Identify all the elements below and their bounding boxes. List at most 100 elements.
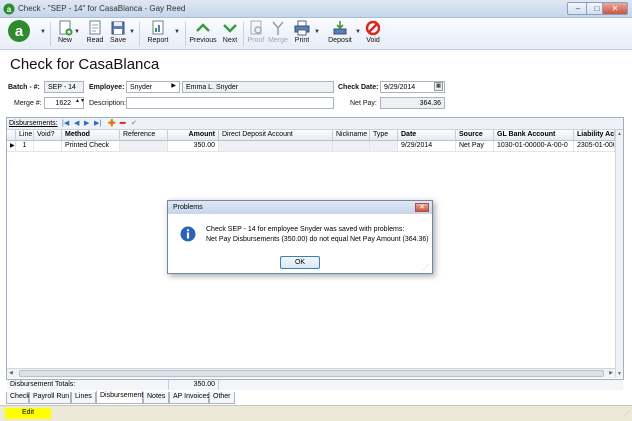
read-button[interactable]: Read [84, 20, 106, 48]
new-dropdown-icon[interactable]: ▼ [74, 29, 80, 35]
resize-grip-icon[interactable]: ⋰ [623, 410, 630, 418]
tab-check[interactable]: Check [6, 392, 30, 404]
calendar-icon[interactable]: ▦ [434, 82, 443, 91]
deposit-dropdown-icon[interactable]: ▼ [355, 29, 361, 35]
column-header[interactable]: Method [62, 130, 120, 141]
problems-dialog: Problems ✕ Check SEP - 14 for employee S… [167, 200, 433, 274]
read-icon [89, 20, 101, 35]
proof-button[interactable]: Proof [245, 20, 267, 48]
column-header[interactable]: Line [16, 130, 34, 141]
column-header[interactable]: Date [398, 130, 456, 141]
next-record-icon[interactable]: ▶ [84, 119, 89, 127]
print-label: Print [294, 37, 310, 44]
previous-button[interactable]: Previous [188, 20, 218, 48]
previous-record-icon[interactable]: ◀ [74, 119, 79, 127]
table-cell[interactable] [219, 141, 333, 152]
column-header[interactable]: Source [456, 130, 494, 141]
scroll-right-icon[interactable]: ▶ [609, 370, 613, 376]
scroll-down-icon[interactable]: ▼ [617, 371, 622, 377]
report-label: Report [147, 37, 169, 44]
vertical-scrollbar[interactable]: ▲ ▼ [615, 130, 623, 378]
table-cell[interactable] [370, 141, 398, 152]
next-label: Next [222, 37, 238, 44]
column-header[interactable]: Liability Ac [574, 130, 615, 141]
dialog-title-bar: Problems [168, 201, 432, 214]
merge-button[interactable]: Merge [267, 20, 289, 48]
disbursements-navbar: Disbursements: |◀ ◀ ▶ ▶| ✚ ━ ✔ [7, 118, 623, 130]
close-button[interactable]: ✕ [602, 2, 628, 15]
tab-other[interactable]: Other [209, 392, 235, 404]
check-date-label: Check Date: [338, 84, 379, 91]
table-cell[interactable]: Printed Check [62, 141, 120, 152]
dialog-message-line-2: Net Pay Disbursements (350.00) do not eq… [206, 236, 429, 243]
read-label: Read [86, 37, 104, 44]
column-header[interactable]: GL Bank Account [494, 130, 574, 141]
dialog-message-line-1: Check SEP - 14 for employee Snyder was s… [206, 226, 405, 233]
new-button[interactable]: New [54, 20, 76, 48]
column-header[interactable]: Void? [34, 130, 62, 141]
first-record-icon[interactable]: |◀ [62, 119, 69, 127]
table-cell[interactable] [34, 141, 62, 152]
totals-amount: 350.00 [168, 380, 219, 390]
ok-button[interactable]: OK [280, 256, 320, 269]
description-field[interactable] [126, 97, 334, 109]
delete-record-icon[interactable]: ━ [120, 118, 125, 129]
logo-dropdown-icon[interactable]: ▼ [40, 29, 46, 35]
info-icon [180, 226, 196, 242]
dialog-resize-grip-icon[interactable]: ⋰ [423, 264, 429, 271]
tab-disbursement[interactable]: Disbursement [96, 391, 143, 404]
scroll-left-icon[interactable]: ◀ [9, 370, 13, 376]
tab-payroll-run[interactable]: Payroll Run [29, 392, 71, 404]
last-record-icon[interactable]: ▶| [94, 119, 101, 127]
column-header[interactable]: Nickname [333, 130, 370, 141]
tab-notes[interactable]: Notes [143, 392, 169, 404]
employee-field[interactable]: Snyder ▶ [126, 81, 180, 93]
batch-label: Batch - #: [8, 84, 40, 91]
column-header[interactable]: Direct Deposit Account [219, 130, 333, 141]
next-button[interactable]: Next [219, 20, 241, 48]
check-date-field[interactable]: 9/29/2014 ▦ [380, 81, 445, 93]
check-date-value: 9/29/2014 [384, 84, 416, 91]
tab-lines[interactable]: Lines [71, 392, 96, 404]
row-indicator-icon[interactable]: ▶ [7, 141, 16, 152]
deposit-icon [333, 21, 347, 35]
employee-lookup-icon[interactable]: ▶ [171, 83, 176, 90]
dialog-close-button[interactable]: ✕ [415, 203, 429, 212]
app-logo-button[interactable]: a [4, 19, 34, 47]
column-header[interactable]: Type [370, 130, 398, 141]
scroll-up-icon[interactable]: ▲ [617, 131, 622, 137]
add-record-icon[interactable]: ✚ [108, 118, 116, 129]
employee-name-field: Emma L. Snyder [182, 81, 334, 93]
table-cell[interactable]: 9/29/2014 [398, 141, 456, 152]
table-cell[interactable]: 350.00 [168, 141, 219, 152]
dialog-title: Problems [173, 204, 203, 211]
table-cell[interactable]: 2305-01-000 [574, 141, 615, 152]
print-button[interactable]: Print [291, 20, 313, 48]
merge-spinner-icon[interactable]: ▲▼ [75, 98, 85, 104]
void-button[interactable]: Void [362, 20, 384, 48]
new-doc-icon [59, 20, 73, 36]
chevron-down-icon [223, 24, 237, 33]
deposit-button[interactable]: Deposit [325, 20, 355, 48]
table-cell[interactable] [120, 141, 168, 152]
column-header[interactable]: Amount [168, 130, 219, 141]
batch-field[interactable]: SEP - 14 [44, 81, 84, 93]
net-pay-label: Net Pay: [350, 100, 377, 107]
tab-ap-invoices[interactable]: AP Invoices [169, 392, 210, 404]
merge-label: Merge [268, 37, 288, 44]
save-dropdown-icon[interactable]: ▼ [129, 29, 135, 35]
horizontal-scrollbar[interactable]: ◀ ▶ [7, 368, 615, 378]
report-button[interactable]: Report [144, 20, 172, 48]
table-cell[interactable]: 1 [16, 141, 34, 152]
report-dropdown-icon[interactable]: ▼ [174, 29, 180, 35]
horizontal-scroll-thumb[interactable] [19, 370, 604, 377]
table-cell[interactable]: 1030-01-00000-A-00-0 [494, 141, 574, 152]
column-header[interactable]: Reference [120, 130, 168, 141]
print-dropdown-icon[interactable]: ▼ [314, 29, 320, 35]
table-cell[interactable] [333, 141, 370, 152]
logo-icon: a [8, 20, 30, 42]
table-cell[interactable]: Net Pay [456, 141, 494, 152]
new-label: New [57, 37, 72, 44]
save-button[interactable]: Save [107, 20, 129, 48]
confirm-record-icon[interactable]: ✔ [131, 119, 137, 127]
